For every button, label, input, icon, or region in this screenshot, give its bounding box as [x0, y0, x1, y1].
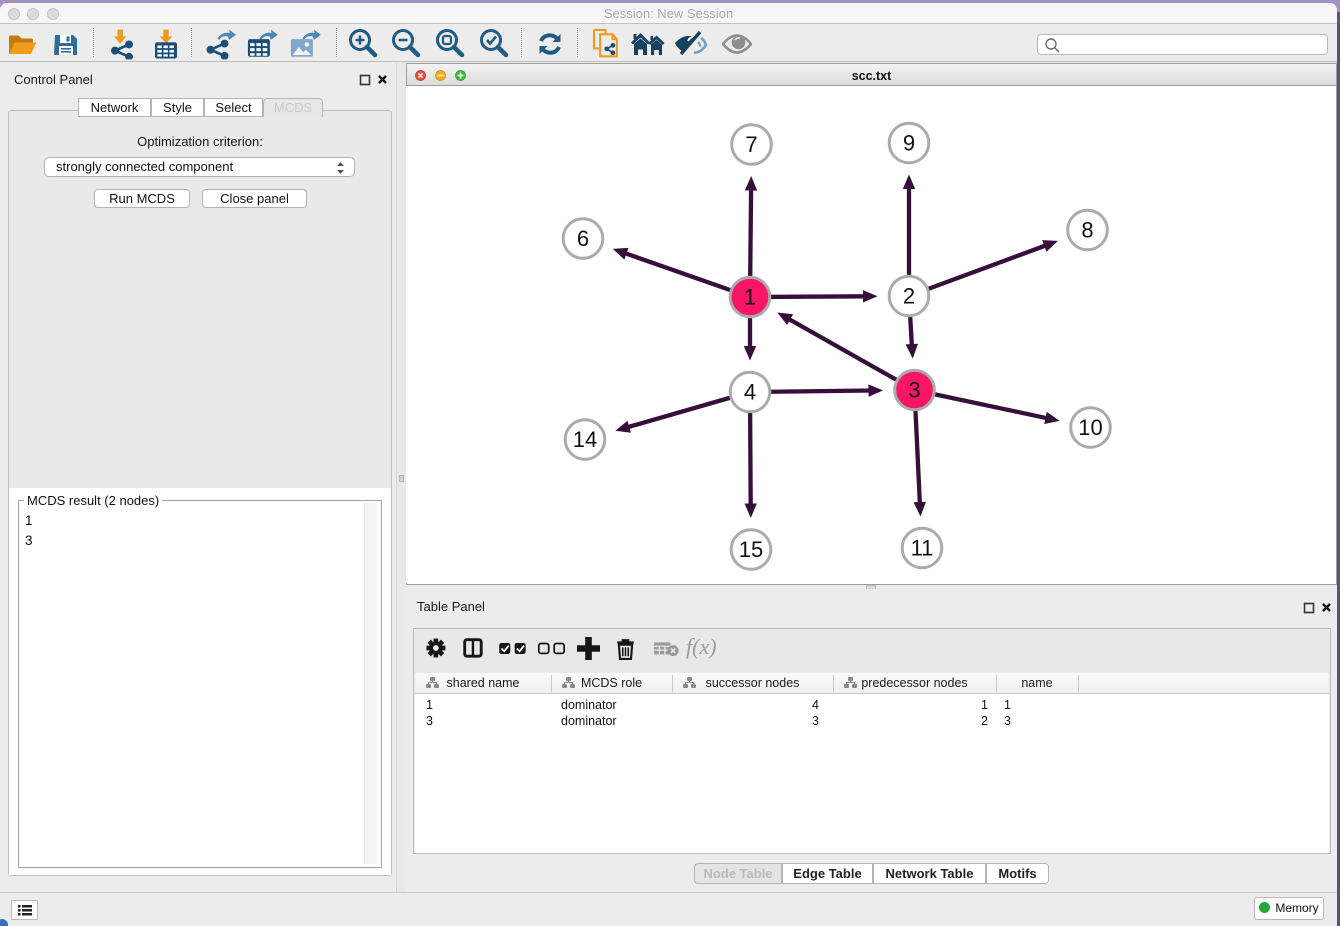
- svg-text:9: 9: [903, 131, 915, 156]
- svg-text:4: 4: [744, 380, 756, 405]
- svg-text:10: 10: [1078, 415, 1102, 440]
- svg-text:1: 1: [744, 285, 756, 310]
- svg-text:2: 2: [903, 284, 915, 309]
- svg-text:3: 3: [908, 378, 920, 403]
- svg-text:14: 14: [573, 427, 597, 452]
- svg-text:11: 11: [911, 536, 934, 561]
- svg-text:15: 15: [739, 537, 763, 562]
- svg-text:8: 8: [1081, 218, 1093, 243]
- svg-text:7: 7: [745, 132, 757, 157]
- svg-text:6: 6: [577, 226, 589, 251]
